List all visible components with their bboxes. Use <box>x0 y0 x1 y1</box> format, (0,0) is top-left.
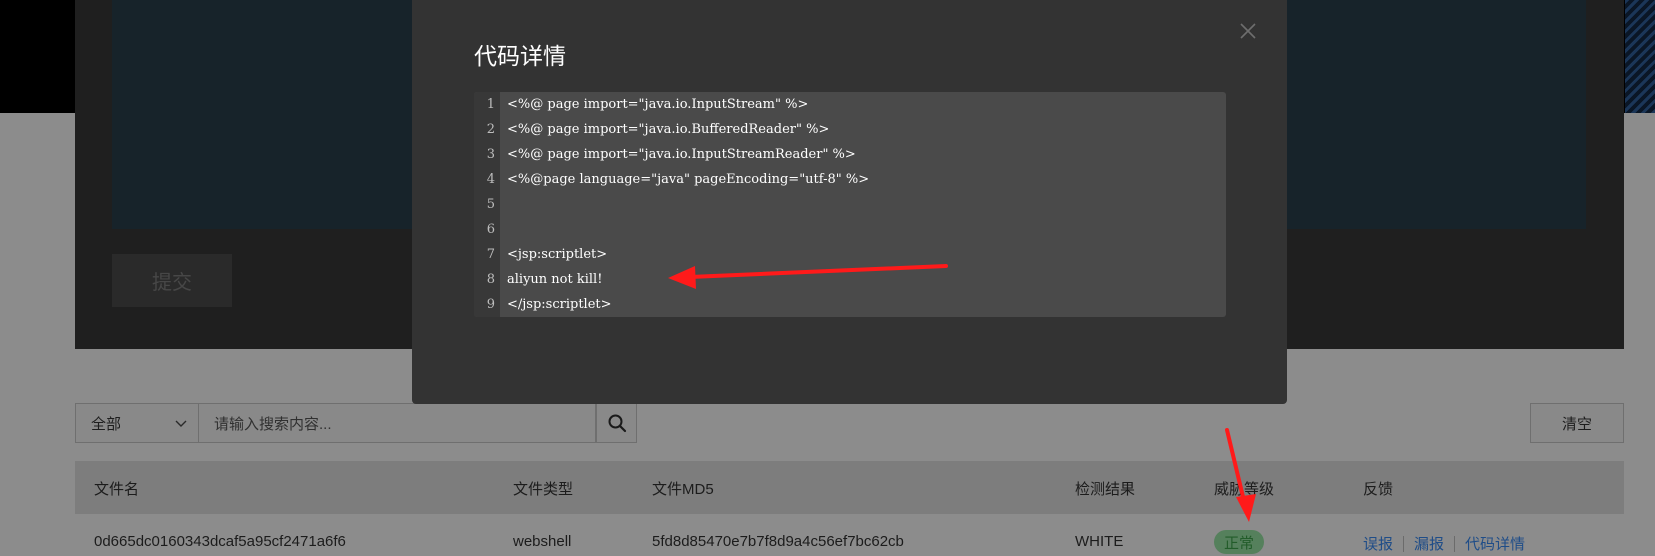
code-viewer[interactable]: 1 <%@ page import="java.io.InputStream" … <box>474 92 1226 317</box>
line-number: 3 <box>486 147 495 162</box>
line-number: 1 <box>486 97 495 112</box>
code-line: 8 aliyun not kill! <box>474 271 1226 296</box>
clear-button[interactable]: 清空 <box>1530 403 1624 443</box>
search-input[interactable]: 请输入搜索内容... <box>199 403 596 443</box>
code-line: 6 <box>474 221 1226 246</box>
column-header-md5: 文件MD5 <box>652 481 714 498</box>
divider <box>1403 535 1405 552</box>
column-header-threat-level: 威胁等级 <box>1214 481 1275 498</box>
table-row: 0d665dc0160343dcaf5a95cf2471a6f6 webshel… <box>75 514 1624 556</box>
cell-result: WHITE <box>1075 533 1124 550</box>
code-details-link[interactable]: 代码详情 <box>1465 533 1525 554</box>
code-details-modal: 代码详情 1 <%@ page import="java.io.InputStr… <box>412 0 1287 404</box>
code-line: 2 <%@ page import="java.io.BufferedReade… <box>474 121 1226 146</box>
decorative-image <box>1625 0 1655 113</box>
modal-title: 代码详情 <box>474 43 566 69</box>
filter-select-value: 全部 <box>91 415 122 433</box>
search-placeholder: 请输入搜索内容... <box>214 415 332 433</box>
code-text: <%@page language="java" pageEncoding="ut… <box>507 172 870 187</box>
column-header-feedback: 反馈 <box>1363 481 1394 498</box>
code-line: 7 <jsp:scriptlet> <box>474 246 1226 271</box>
false-negative-link[interactable]: 漏报 <box>1414 533 1444 554</box>
line-number: 9 <box>486 297 495 312</box>
code-text: <jsp:scriptlet> <box>507 247 608 262</box>
code-text: <%@ page import="java.io.InputStreamRead… <box>507 147 856 162</box>
code-text: <%@ page import="java.io.InputStream" %> <box>507 97 809 112</box>
code-line: 9 </jsp:scriptlet> <box>474 296 1226 317</box>
search-icon <box>608 414 626 433</box>
submit-button[interactable]: 提交 <box>112 254 232 307</box>
code-line: 3 <%@ page import="java.io.InputStreamRe… <box>474 146 1226 171</box>
code-line: 4 <%@page language="java" pageEncoding="… <box>474 171 1226 196</box>
false-positive-link[interactable]: 误报 <box>1363 533 1393 554</box>
column-header-filetype: 文件类型 <box>513 481 574 498</box>
search-button[interactable] <box>596 403 637 443</box>
page: 提交 全部 请输入搜索内容... 清空 文件名 文件类型 文件MD5 检测结果 … <box>0 0 1655 556</box>
chevron-down-icon <box>175 420 187 427</box>
code-line: 1 <%@ page import="java.io.InputStream" … <box>474 96 1226 121</box>
threat-level-badge: 正常 <box>1214 530 1265 554</box>
line-number: 4 <box>486 172 495 187</box>
table-header: 文件名 文件类型 文件MD5 检测结果 威胁等级 反馈 <box>75 461 1624 514</box>
code-text: </jsp:scriptlet> <box>507 297 612 312</box>
cell-md5: 5fd8d85470e7b7f8d9a4c56ef7bc62cb <box>652 533 904 550</box>
line-number: 2 <box>486 122 495 137</box>
close-icon[interactable] <box>1238 21 1258 41</box>
line-number: 6 <box>486 222 495 237</box>
column-header-filename: 文件名 <box>94 481 140 498</box>
divider <box>1454 535 1456 552</box>
line-number: 7 <box>486 247 495 262</box>
cell-filename: 0d665dc0160343dcaf5a95cf2471a6f6 <box>94 533 346 550</box>
feedback-actions: 误报 漏报 代码详情 <box>1363 533 1525 554</box>
cell-filetype: webshell <box>513 533 572 550</box>
column-header-result: 检测结果 <box>1075 481 1136 498</box>
code-text: <%@ page import="java.io.BufferedReader"… <box>507 122 830 137</box>
code-text: aliyun not kill! <box>507 272 603 287</box>
line-number: 8 <box>486 272 495 287</box>
code-line: 5 <box>474 196 1226 221</box>
line-number: 5 <box>486 197 495 212</box>
filter-select[interactable]: 全部 <box>75 403 199 443</box>
